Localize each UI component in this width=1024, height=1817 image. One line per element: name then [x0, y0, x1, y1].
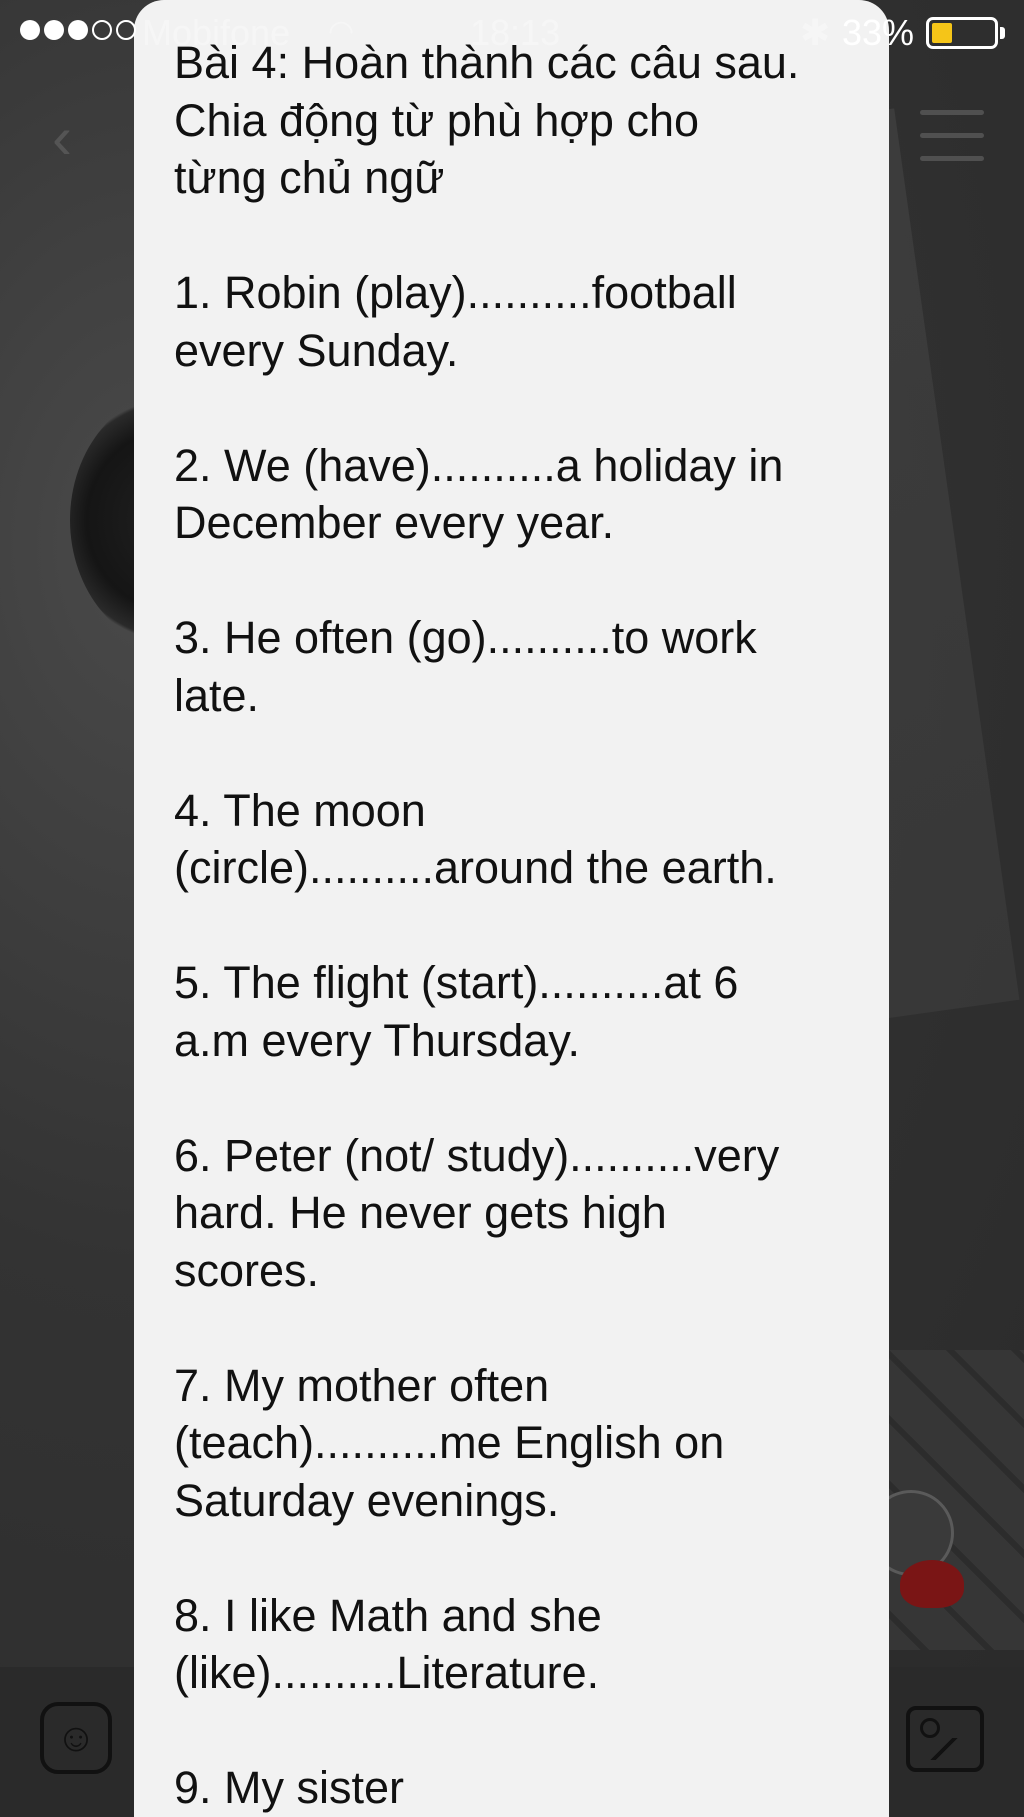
carrier-name: Mobifone: [142, 12, 291, 53]
sticker-icon[interactable]: ☺: [40, 1702, 112, 1774]
bluetooth-icon: ✱: [800, 12, 831, 53]
battery-tip: [1000, 27, 1005, 39]
wifi-icon: ◠: [328, 15, 355, 48]
message-text: Bài 4: Hoàn thành các câu sau. Chia động…: [174, 37, 800, 1813]
chevron-left-icon[interactable]: ‹: [52, 108, 72, 168]
battery-icon: [926, 17, 998, 49]
image-icon[interactable]: [906, 1706, 984, 1772]
hamburger-menu-icon[interactable]: [920, 110, 984, 162]
status-bar: Mobifone ◠ 18:13 ✱ 33%: [0, 0, 1024, 64]
heart-icon[interactable]: [900, 1560, 964, 1608]
status-time: 18:13: [470, 12, 561, 53]
signal-strength-icon: [20, 20, 136, 40]
message-card[interactable]: Bài 4: Hoàn thành các câu sau. Chia động…: [134, 0, 889, 1817]
battery-percent: 33%: [842, 12, 915, 53]
